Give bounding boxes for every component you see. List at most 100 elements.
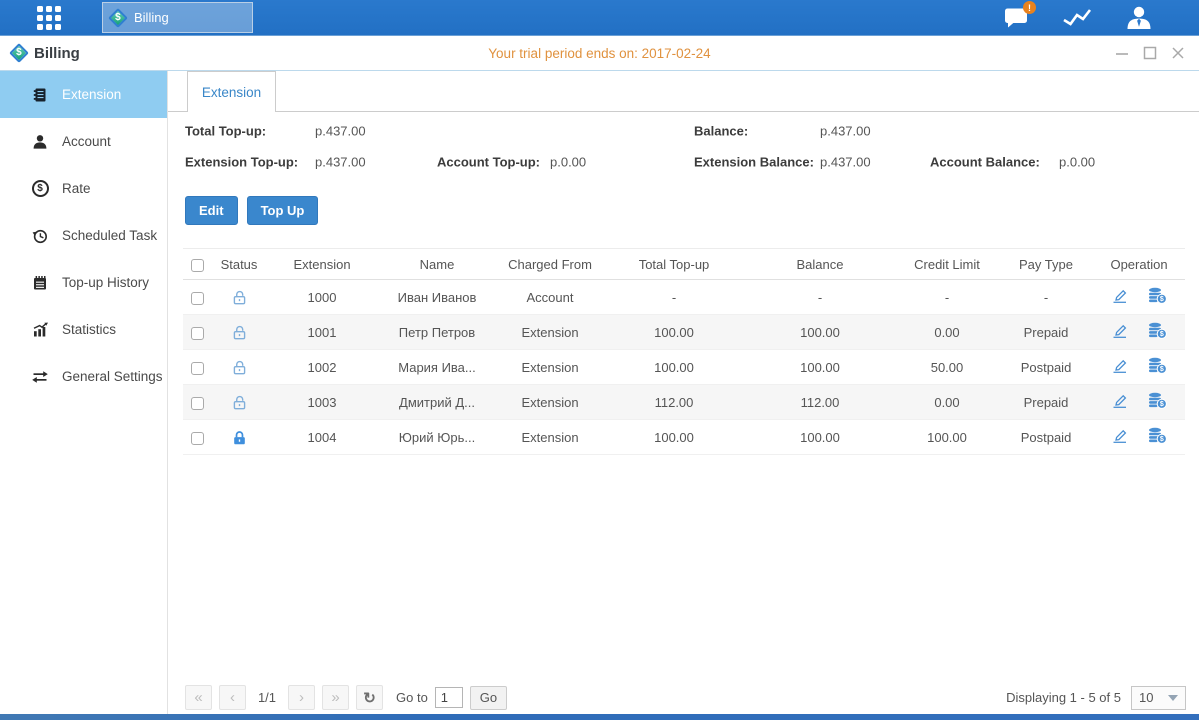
select-all-checkbox[interactable]: [191, 259, 204, 272]
sidebar-item-label: Statistics: [62, 322, 116, 337]
activity-chart-icon[interactable]: [1062, 7, 1092, 29]
sidebar-item-label: General Settings: [62, 369, 163, 384]
app-body: Extension Account Rate: [0, 71, 1199, 714]
balance-label: Balance:: [694, 123, 748, 138]
table-row[interactable]: 1003 Дмитрий Д... Extension 112.00 112.0…: [183, 385, 1185, 420]
cell-total-topup: -: [603, 280, 745, 315]
lock-status-icon: [231, 428, 248, 443]
sidebar-item-topup-history[interactable]: Top-up History: [0, 259, 167, 306]
svg-text:$: $: [1160, 401, 1164, 408]
row-checkbox[interactable]: [191, 397, 204, 410]
taskbar-billing-tab[interactable]: Billing: [102, 2, 253, 33]
sidebar-item-extension[interactable]: Extension: [0, 71, 167, 118]
user-account-icon[interactable]: [1125, 6, 1153, 29]
pagination-bar: « ‹ 1/1 › » ↻ Go to Go Displaying 1 - 5 …: [185, 684, 1186, 711]
lock-status-icon: [231, 358, 248, 373]
lock-status-icon: [231, 393, 248, 408]
edit-pencil-icon[interactable]: [1104, 428, 1136, 447]
cell-name: Юрий Юрь...: [377, 420, 497, 455]
first-page-button[interactable]: «: [185, 685, 212, 710]
top-up-coins-icon[interactable]: $: [1140, 427, 1174, 447]
bar-chart-icon: [30, 321, 50, 339]
row-checkbox[interactable]: [191, 362, 204, 375]
cell-credit-limit: -: [895, 280, 999, 315]
col-balance: Balance: [745, 249, 895, 280]
cell-name: Дмитрий Д...: [377, 385, 497, 420]
edit-pencil-icon[interactable]: [1104, 323, 1136, 342]
dollar-circle-icon: [30, 180, 50, 197]
tab-extension[interactable]: Extension: [187, 71, 276, 112]
extension-balance-label: Extension Balance:: [694, 154, 814, 169]
prev-page-button[interactable]: ‹: [219, 685, 246, 710]
table-row[interactable]: 1001 Петр Петров Extension 100.00 100.00…: [183, 315, 1185, 350]
taskbar-status-icons: [1004, 6, 1153, 29]
app-grid-icon[interactable]: [37, 6, 61, 30]
refresh-icon[interactable]: ↻: [356, 685, 383, 710]
row-checkbox[interactable]: [191, 292, 204, 305]
cell-pay-type: Prepaid: [999, 315, 1093, 350]
cell-total-topup: 112.00: [603, 385, 745, 420]
main-content: Extension Total Top-up: p.437.00 Balance…: [168, 71, 1199, 714]
billing-dollar-diamond-icon: [9, 43, 29, 63]
edit-pencil-icon[interactable]: [1104, 393, 1136, 412]
tab-bar: Extension: [168, 71, 1199, 112]
cell-total-topup: 100.00: [603, 420, 745, 455]
cell-credit-limit: 100.00: [895, 420, 999, 455]
edit-pencil-icon[interactable]: [1104, 358, 1136, 377]
account-topup-value: p.0.00: [550, 154, 586, 169]
top-up-coins-icon[interactable]: $: [1140, 392, 1174, 412]
person-icon: [30, 133, 50, 151]
svg-text:$: $: [1160, 331, 1164, 338]
table-row[interactable]: 1000 Иван Иванов Account - - - - $: [183, 280, 1185, 315]
sidebar-item-rate[interactable]: Rate: [0, 165, 167, 212]
table-row[interactable]: 1002 Мария Ива... Extension 100.00 100.0…: [183, 350, 1185, 385]
row-checkbox[interactable]: [191, 327, 204, 340]
cell-balance: 100.00: [745, 420, 895, 455]
table-row[interactable]: 1004 Юрий Юрь... Extension 100.00 100.00…: [183, 420, 1185, 455]
cell-charged-from: Extension: [497, 420, 603, 455]
cell-credit-limit: 50.00: [895, 350, 999, 385]
maximize-icon[interactable]: [1141, 45, 1158, 62]
next-page-button[interactable]: ›: [288, 685, 315, 710]
col-credit-limit: Credit Limit: [895, 249, 999, 280]
edit-pencil-icon[interactable]: [1104, 288, 1136, 307]
sidebar-item-label: Rate: [62, 181, 91, 196]
cell-extension: 1004: [267, 420, 377, 455]
edit-button[interactable]: Edit: [185, 196, 238, 225]
window-controls: [1113, 45, 1186, 62]
pagination-right: Displaying 1 - 5 of 5 10: [1006, 686, 1186, 710]
action-buttons: Edit Top Up: [185, 196, 1199, 225]
account-balance-value: p.0.00: [1059, 154, 1095, 169]
cell-balance: 112.00: [745, 385, 895, 420]
trial-notice: Your trial period ends on: 2017-02-24: [0, 46, 1199, 61]
top-up-coins-icon[interactable]: $: [1140, 287, 1174, 307]
goto-label: Go to: [396, 690, 428, 705]
page-size-select[interactable]: 10: [1131, 686, 1186, 710]
col-status: Status: [211, 249, 267, 280]
row-checkbox[interactable]: [191, 432, 204, 445]
col-pay-type: Pay Type: [999, 249, 1093, 280]
account-balance-label: Account Balance:: [930, 154, 1040, 169]
transfer-arrows-icon: [30, 368, 50, 386]
minimize-icon[interactable]: [1113, 45, 1130, 62]
total-topup-value: p.437.00: [315, 123, 366, 138]
goto-page-input[interactable]: [435, 687, 463, 708]
sidebar-item-scheduled-task[interactable]: Scheduled Task: [0, 212, 167, 259]
cell-pay-type: Prepaid: [999, 385, 1093, 420]
cell-extension: 1003: [267, 385, 377, 420]
col-extension: Extension: [267, 249, 377, 280]
cell-extension: 1002: [267, 350, 377, 385]
last-page-button[interactable]: »: [322, 685, 349, 710]
top-up-coins-icon[interactable]: $: [1140, 357, 1174, 377]
top-up-button[interactable]: Top Up: [247, 196, 319, 225]
sidebar-item-general-settings[interactable]: General Settings: [0, 353, 167, 400]
sidebar-item-statistics[interactable]: Statistics: [0, 306, 167, 353]
extensions-table: Status Extension Name Charged From Total…: [183, 248, 1185, 455]
close-icon[interactable]: [1169, 45, 1186, 62]
messages-icon[interactable]: [1004, 7, 1029, 28]
go-button[interactable]: Go: [470, 686, 507, 710]
balance-value: p.437.00: [820, 123, 871, 138]
sidebar-item-label: Top-up History: [62, 275, 149, 290]
sidebar-item-account[interactable]: Account: [0, 118, 167, 165]
top-up-coins-icon[interactable]: $: [1140, 322, 1174, 342]
